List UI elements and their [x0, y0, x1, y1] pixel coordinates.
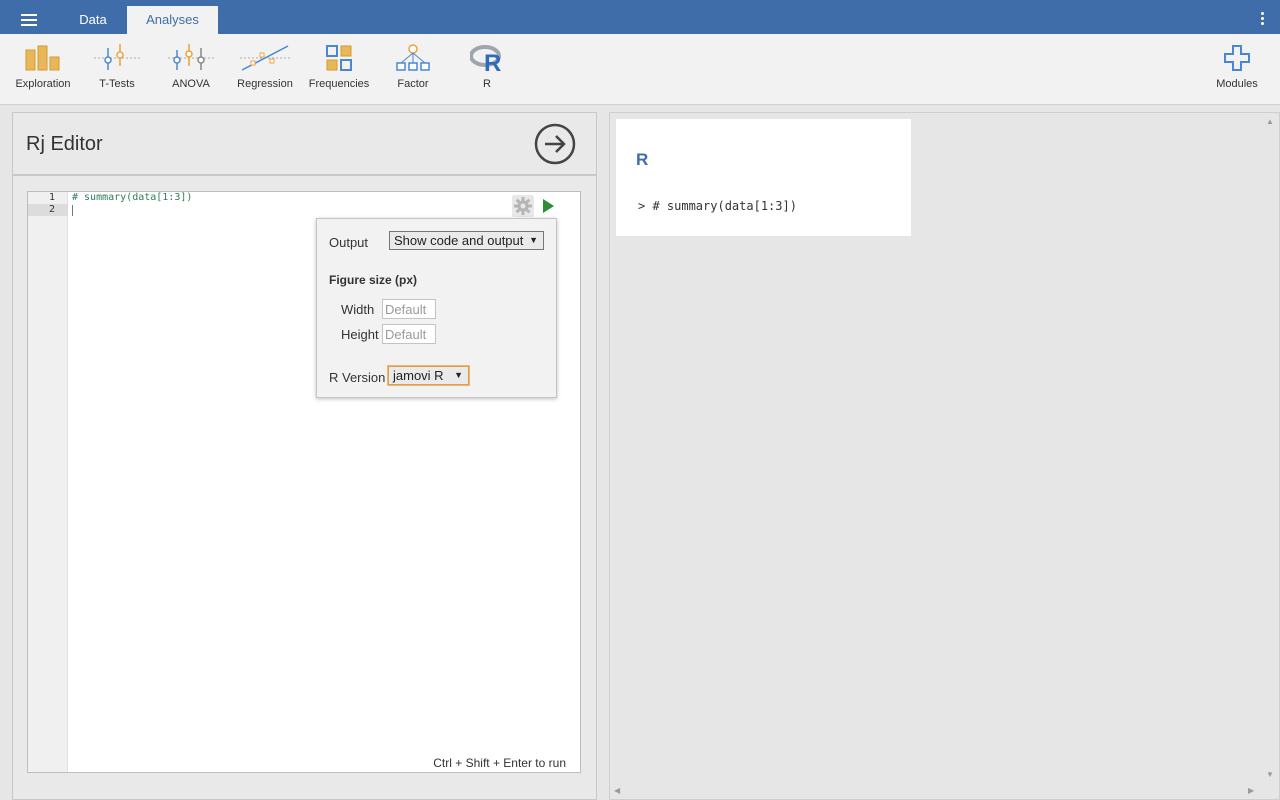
frequencies-button[interactable]: Frequencies	[303, 34, 375, 104]
figure-size-title: Figure size (px)	[329, 273, 418, 287]
r-version-label: R Version	[329, 370, 386, 385]
line-number-gutter: 1 2	[28, 192, 68, 772]
height-input[interactable]	[382, 324, 436, 344]
code-line[interactable]: # summary(data[1:3])	[72, 192, 192, 204]
output-select-value: Show code and output	[394, 233, 524, 248]
line-number: 1	[48, 192, 55, 203]
exploration-icon	[25, 45, 60, 71]
dropdown-caret-icon: ▼	[454, 370, 463, 380]
results-panel: R > # summary(data[1:3]) ▲ ▼ ◀ ▶	[609, 112, 1280, 800]
dropdown-caret-icon: ▼	[529, 235, 538, 245]
result-output-line: > # summary(data[1:3])	[638, 199, 797, 213]
plus-icon	[1224, 45, 1250, 71]
editor-options-popup: Output Show code and output ▼ Figure siz…	[316, 218, 557, 398]
vertical-scrollbar[interactable]: ▲ ▼	[1262, 113, 1279, 785]
ttests-label: T-Tests	[99, 78, 135, 90]
run-shortcut-hint: Ctrl + Shift + Enter to run	[433, 756, 566, 770]
regression-button[interactable]: Regression	[229, 34, 301, 104]
regression-icon	[240, 45, 290, 71]
exploration-button[interactable]: Exploration	[7, 34, 79, 104]
exploration-label: Exploration	[15, 78, 71, 90]
scroll-right-icon[interactable]: ▶	[1248, 786, 1254, 795]
height-label: Height	[341, 327, 379, 342]
top-bar: Data Analyses	[0, 0, 1280, 34]
svg-text:R: R	[484, 50, 501, 72]
anova-icon	[168, 44, 214, 70]
frequencies-label: Frequencies	[308, 78, 370, 90]
factor-button[interactable]: Factor	[377, 34, 449, 104]
scroll-down-icon[interactable]: ▼	[1266, 770, 1274, 779]
modules-button[interactable]: Modules	[1201, 34, 1273, 104]
horizontal-scrollbar[interactable]: ◀ ▶	[610, 785, 1262, 799]
arrow-right-icon[interactable]	[534, 123, 576, 165]
r-version-select[interactable]: jamovi R ▼	[388, 366, 469, 385]
line-number: 2	[28, 204, 68, 216]
anova-button[interactable]: ANOVA	[155, 34, 227, 104]
r-icon: R	[470, 45, 501, 72]
scroll-up-icon[interactable]: ▲	[1266, 117, 1274, 126]
gear-icon[interactable]	[512, 195, 534, 217]
output-select[interactable]: Show code and output ▼	[389, 231, 544, 250]
anova-label: ANOVA	[172, 78, 210, 90]
frequencies-icon	[326, 45, 352, 71]
r-button[interactable]: R R	[451, 34, 523, 104]
factor-icon	[396, 44, 430, 71]
tab-data[interactable]: Data	[60, 6, 126, 34]
result-card[interactable]: R > # summary(data[1:3])	[616, 119, 911, 236]
divider	[13, 174, 596, 176]
regression-label: Regression	[237, 78, 293, 90]
factor-label: Factor	[397, 78, 429, 90]
hamburger-menu-icon[interactable]	[14, 8, 44, 30]
ttests-button[interactable]: T-Tests	[81, 34, 153, 104]
run-play-icon[interactable]	[540, 198, 556, 214]
panel-title: Rj Editor	[26, 133, 103, 155]
analyses-ribbon: Exploration T-Tests ANOVA Regression Fre…	[0, 34, 1280, 105]
r-version-select-value: jamovi R	[393, 368, 444, 383]
more-options-icon[interactable]	[1256, 8, 1268, 28]
width-input[interactable]	[382, 299, 436, 319]
scroll-left-icon[interactable]: ◀	[614, 786, 620, 795]
modules-label: Modules	[1216, 78, 1258, 90]
width-label: Width	[341, 302, 375, 317]
text-cursor	[72, 205, 73, 216]
tab-analyses[interactable]: Analyses	[127, 6, 218, 34]
output-label: Output	[329, 235, 369, 250]
r-label: R	[483, 78, 491, 90]
result-title: R	[636, 150, 649, 169]
rj-editor-panel: Rj Editor 1 2 # summary(data[1:3]) Ctrl …	[12, 112, 597, 800]
ttests-icon	[94, 44, 140, 70]
